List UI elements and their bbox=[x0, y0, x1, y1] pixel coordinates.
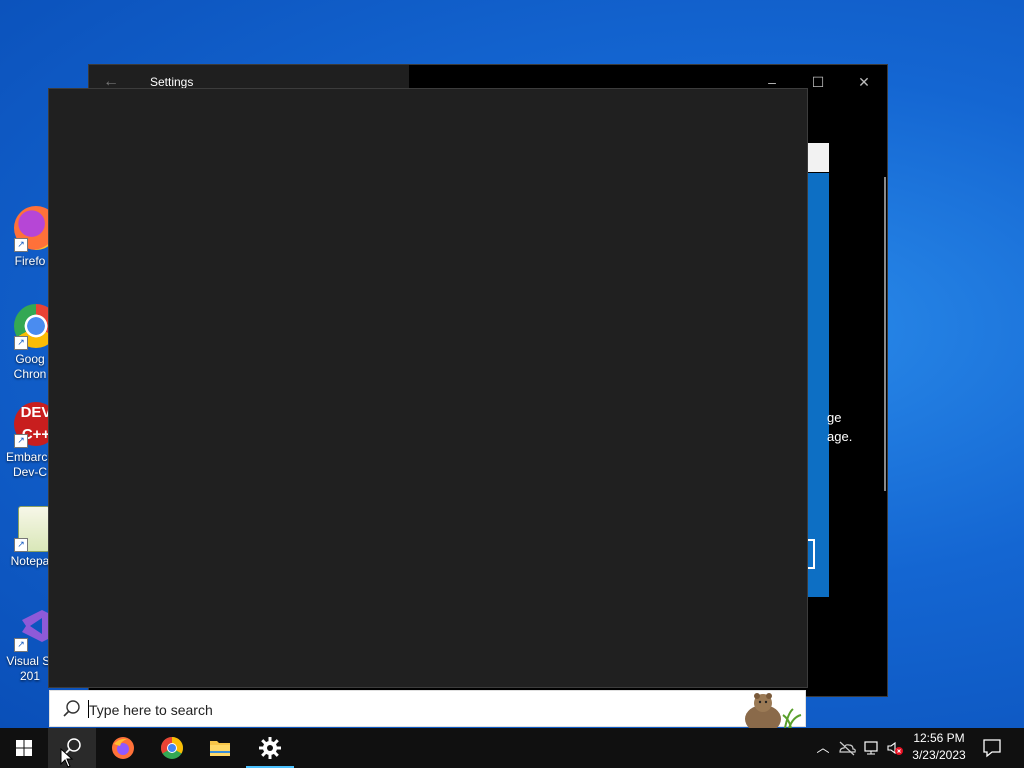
desktop: ↗ Firefo ↗ Goog Chron DEV C++ ↗ Embarca D… bbox=[0, 0, 1024, 728]
search-icon bbox=[63, 700, 80, 717]
search-results-panel bbox=[48, 88, 808, 688]
settings-blue-panel bbox=[807, 173, 829, 597]
gear-icon bbox=[259, 737, 281, 759]
chrome-icon bbox=[161, 737, 183, 759]
shortcut-arrow-icon: ↗ bbox=[14, 638, 28, 652]
settings-header-strip bbox=[807, 143, 829, 172]
onedrive-icon[interactable] bbox=[837, 738, 857, 758]
notification-center-icon[interactable] bbox=[980, 736, 1004, 760]
panel-text-line: ge bbox=[827, 410, 842, 425]
window-title: Settings bbox=[150, 75, 194, 89]
text-caret bbox=[88, 700, 89, 718]
volume-muted-icon[interactable] bbox=[885, 738, 905, 758]
shortcut-arrow-icon: ↗ bbox=[14, 336, 28, 350]
search-input[interactable] bbox=[87, 697, 711, 723]
taskbar-file-explorer[interactable] bbox=[196, 728, 244, 768]
scrollbar[interactable] bbox=[884, 177, 886, 491]
taskbar-settings[interactable] bbox=[246, 728, 294, 768]
folder-icon bbox=[210, 741, 230, 756]
windows-logo-icon bbox=[16, 740, 32, 756]
shortcut-arrow-icon: ↗ bbox=[14, 434, 28, 448]
network-icon[interactable] bbox=[861, 738, 881, 758]
clock-date: 3/23/2023 bbox=[912, 748, 966, 762]
taskbar-firefox[interactable] bbox=[99, 728, 147, 768]
mouse-cursor-icon bbox=[60, 748, 74, 768]
settings-panel-text: ge age. bbox=[827, 408, 852, 446]
close-button[interactable]: ✕ bbox=[841, 69, 887, 95]
beaver-illustration-icon bbox=[745, 693, 802, 728]
search-box[interactable] bbox=[49, 690, 806, 728]
start-button[interactable] bbox=[0, 728, 48, 768]
chevron-up-icon[interactable]: ︿ bbox=[813, 738, 833, 758]
system-clock[interactable]: 12:56 PM 3/23/2023 bbox=[905, 730, 973, 764]
clock-time: 12:56 PM bbox=[913, 731, 965, 745]
taskbar-chrome[interactable] bbox=[148, 728, 196, 768]
firefox-icon bbox=[112, 737, 134, 759]
shortcut-arrow-icon: ↗ bbox=[14, 538, 28, 552]
settings-panel-button[interactable] bbox=[807, 539, 815, 569]
shortcut-arrow-icon: ↗ bbox=[14, 238, 28, 252]
panel-text-line: age. bbox=[827, 429, 853, 444]
